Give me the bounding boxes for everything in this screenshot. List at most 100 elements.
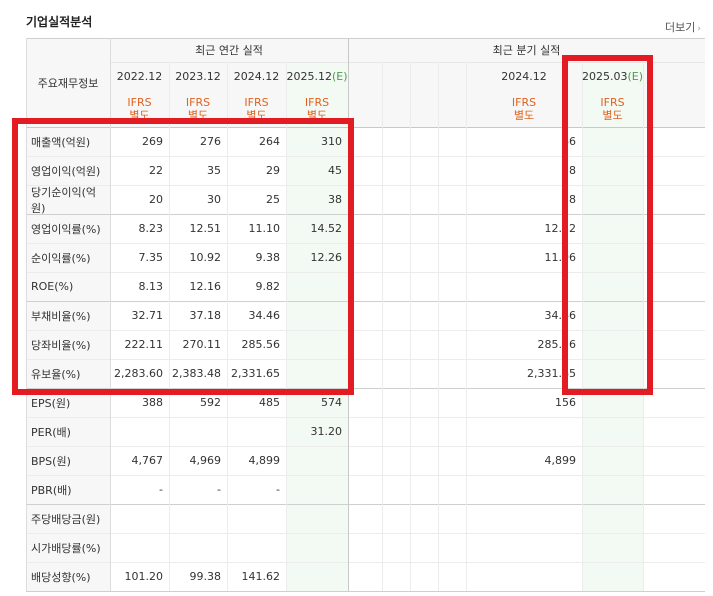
annual-value <box>227 417 286 446</box>
quarter-value <box>410 388 438 417</box>
annual-value <box>286 504 348 533</box>
quarter-value <box>438 504 466 533</box>
period-date: 2023.12 <box>175 69 221 83</box>
quarter-value <box>466 533 582 562</box>
quarter-value <box>410 475 438 504</box>
quarter-value <box>382 243 410 272</box>
row-label-header-text: 주요재무정보 <box>37 76 99 90</box>
row-label: PER(배) <box>26 417 110 446</box>
row-label: PBR(배) <box>26 475 110 504</box>
chevron-right-icon: › <box>697 24 701 34</box>
quarter-value <box>382 504 410 533</box>
quarter-value <box>466 417 582 446</box>
annual-title-text: 최근 연간 실적 <box>195 44 263 57</box>
period-header: 2022.12 <box>110 62 169 90</box>
quarter-value <box>382 214 410 243</box>
annual-value-text: 99.38 <box>189 570 222 583</box>
quarter-value <box>582 504 643 533</box>
quarter-value <box>438 156 466 185</box>
row-label-header: 주요재무정보 <box>26 38 110 127</box>
annual-value-text: 574 <box>321 396 342 409</box>
row-label-text: PBR(배) <box>31 483 72 497</box>
quarter-value <box>410 185 438 214</box>
annual-value-text: 31.20 <box>310 425 343 438</box>
more-label: 더보기 <box>665 21 696 34</box>
quarter-value <box>410 301 438 330</box>
quarter-value <box>410 533 438 562</box>
row-label-text: EPS(원) <box>31 396 71 410</box>
annual-value-text: 485 <box>259 396 280 409</box>
annual-value <box>227 533 286 562</box>
quarter-value <box>348 533 382 562</box>
highlight-box-annual <box>12 118 354 395</box>
quarter-title-text: 최근 분기 실적 <box>492 44 561 57</box>
quarter-value <box>438 185 466 214</box>
quarter-value <box>382 272 410 301</box>
quarter-value <box>438 562 466 591</box>
accounting-standard-line1: IFRS <box>185 95 211 109</box>
period-date: 2025.12 <box>286 69 332 83</box>
annual-value-text: 388 <box>142 396 163 409</box>
row-label-text: BPS(원) <box>31 454 71 468</box>
quarter-value-text: 156 <box>555 396 576 409</box>
row-label-text: 시가배당률(%) <box>31 541 101 555</box>
quarter-value <box>466 562 582 591</box>
annual-value <box>286 533 348 562</box>
annual-title: 최근 연간 실적 <box>110 38 348 62</box>
quarter-value <box>438 214 466 243</box>
annual-value-text: 592 <box>200 396 221 409</box>
highlight-box-quarter <box>562 55 653 395</box>
annual-value: 31.20 <box>286 417 348 446</box>
annual-value: 101.20 <box>110 562 169 591</box>
quarter-value <box>466 475 582 504</box>
more-link[interactable]: 더보기 › <box>665 19 701 35</box>
accounting-standard-line1: IFRS <box>127 95 152 109</box>
quarter-value <box>438 475 466 504</box>
quarter-value <box>582 562 643 591</box>
quarter-value <box>438 301 466 330</box>
quarter-value <box>348 446 382 475</box>
quarter-value <box>582 475 643 504</box>
period-header <box>410 62 438 90</box>
quarter-value <box>382 388 410 417</box>
period-date: 2024.12 <box>501 69 547 83</box>
annual-value: - <box>169 475 227 504</box>
estimate-marker: (E) <box>331 69 348 83</box>
annual-value: 99.38 <box>169 562 227 591</box>
period-date: 2022.12 <box>116 69 163 83</box>
quarter-value <box>382 156 410 185</box>
quarter-value <box>382 446 410 475</box>
annual-value-text: 4,969 <box>189 454 222 467</box>
annual-value-text: - <box>159 483 163 496</box>
period-header: 2023.12 <box>169 62 227 90</box>
quarter-value <box>438 388 466 417</box>
annual-value <box>227 504 286 533</box>
accounting-standard <box>382 90 410 127</box>
quarter-value <box>410 214 438 243</box>
quarter-value <box>382 417 410 446</box>
quarter-value <box>438 272 466 301</box>
annual-value: - <box>110 475 169 504</box>
quarter-value <box>348 475 382 504</box>
annual-value <box>286 475 348 504</box>
period-date: 2024.12 <box>233 69 280 83</box>
quarter-value <box>410 272 438 301</box>
table-bottom-border <box>26 591 705 592</box>
quarter-value <box>438 533 466 562</box>
annual-value-text: - <box>217 483 221 496</box>
annual-value <box>286 446 348 475</box>
annual-value <box>110 533 169 562</box>
annual-value-text: - <box>276 483 280 496</box>
row-label: BPS(원) <box>26 446 110 475</box>
annual-value <box>169 504 227 533</box>
quarter-value <box>410 359 438 388</box>
row-label: 시가배당률(%) <box>26 533 110 562</box>
annual-value <box>286 562 348 591</box>
quarter-value <box>582 417 643 446</box>
quarter-value <box>348 504 382 533</box>
quarter-value <box>382 475 410 504</box>
accounting-standard <box>438 90 466 127</box>
annual-value: - <box>227 475 286 504</box>
quarter-value <box>438 127 466 156</box>
quarter-value <box>410 330 438 359</box>
